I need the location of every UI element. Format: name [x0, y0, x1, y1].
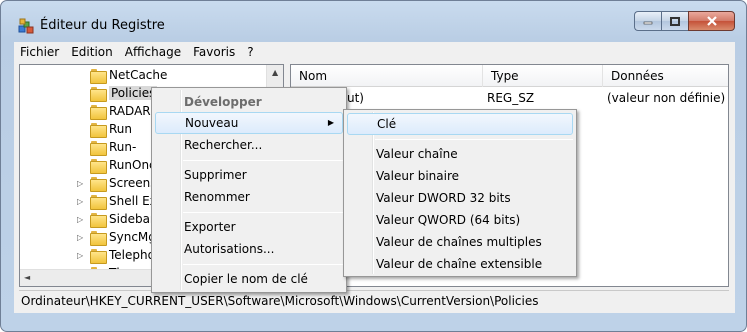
tree-item-label: RunOnc — [109, 158, 156, 172]
column-header-type[interactable]: Type — [483, 65, 603, 87]
menu-fichier[interactable]: Fichier — [14, 45, 65, 59]
scroll-left-arrow-icon[interactable]: ◄ — [24, 273, 30, 282]
ctx-copier-nom-cle[interactable]: Copier le nom de clé — [155, 268, 343, 290]
menu-affichage[interactable]: Affichage — [119, 45, 187, 59]
menu-favoris[interactable]: Favoris — [187, 45, 241, 59]
folder-icon — [90, 123, 107, 138]
regedit-app-icon — [18, 18, 34, 34]
ctx-developper[interactable]: Développer — [155, 91, 343, 113]
menu-help[interactable]: ? — [241, 45, 259, 59]
folder-icon — [90, 177, 107, 192]
ctx-nouveau-label: Nouveau — [185, 116, 239, 130]
value-type: REG_SZ — [487, 91, 535, 105]
minimize-icon — [643, 21, 653, 25]
new-valeur-chaine[interactable]: Valeur chaîne — [347, 143, 573, 165]
expand-arrow-icon[interactable]: ▷ — [77, 234, 84, 242]
new-valeur-chaine-extensible[interactable]: Valeur de chaîne extensible — [347, 253, 573, 275]
expand-arrow-icon[interactable]: ▷ — [77, 216, 84, 224]
folder-icon — [90, 249, 107, 264]
new-cle[interactable]: Clé — [347, 113, 573, 135]
new-valeur-qword[interactable]: Valeur QWORD (64 bits) — [347, 209, 573, 231]
ctx-supprimer[interactable]: Supprimer — [155, 164, 343, 186]
new-valeur-binaire[interactable]: Valeur binaire — [347, 165, 573, 187]
tree-item-label: RADAR — [109, 104, 151, 118]
scroll-up-arrow-icon[interactable]: ▲ — [272, 68, 278, 77]
ctx-autorisations[interactable]: Autorisations... — [155, 238, 343, 260]
status-bar: Ordinateur\HKEY_CURRENT_USER\Software\Mi… — [19, 290, 729, 310]
folder-icon — [90, 231, 107, 246]
title-bar[interactable]: Éditeur du Registre — [1, 1, 746, 39]
value-data: (valeur non définie) — [607, 91, 726, 105]
tree-item-label: Sidebar — [109, 212, 155, 226]
ctx-exporter[interactable]: Exporter — [155, 216, 343, 238]
tree-item-label: SyncMg — [109, 230, 156, 244]
separator — [183, 212, 343, 213]
ctx-rechercher[interactable]: Rechercher... — [155, 134, 343, 156]
folder-icon — [90, 195, 107, 210]
separator — [183, 264, 343, 265]
ctx-renommer[interactable]: Renommer — [155, 186, 343, 208]
folder-icon — [90, 213, 107, 228]
context-menu: Développer Nouveau ▶ Rechercher... Suppr… — [151, 87, 347, 293]
tree-item-label: Telepho — [109, 248, 155, 262]
new-valeur-chaines-multiples[interactable]: Valeur de chaînes multiples — [347, 231, 573, 253]
close-icon — [706, 16, 717, 26]
registry-editor-window: Éditeur du Registre Fichier Edition Affi… — [0, 0, 747, 332]
tree-item-label: NetCache — [109, 68, 168, 82]
minimize-button[interactable] — [634, 11, 661, 31]
expand-arrow-icon[interactable]: ▷ — [77, 252, 84, 260]
new-submenu: Clé Valeur chaîne Valeur binaire Valeur … — [343, 109, 577, 277]
menu-bar: Fichier Edition Affichage Favoris ? — [14, 42, 735, 62]
folder-icon — [90, 69, 107, 84]
maximize-icon — [670, 16, 680, 26]
folder-icon — [90, 105, 107, 120]
new-valeur-dword[interactable]: Valeur DWORD 32 bits — [347, 187, 573, 209]
folder-icon — [90, 159, 107, 174]
value-name[interactable]: ut) — [347, 91, 364, 105]
window-title: Éditeur du Registre — [40, 18, 165, 33]
menu-edition[interactable]: Edition — [65, 45, 119, 59]
submenu-arrow-icon: ▶ — [327, 118, 334, 127]
folder-icon — [90, 87, 107, 102]
separator — [375, 139, 573, 140]
tree-item-label: Run — [109, 122, 133, 136]
expand-arrow-icon[interactable]: ▷ — [77, 198, 84, 206]
expand-arrow-icon[interactable]: ▷ — [77, 180, 84, 188]
tree-item[interactable]: NetCache — [20, 66, 283, 84]
ctx-nouveau[interactable]: Nouveau ▶ — [155, 112, 343, 134]
column-header-donnees[interactable]: Données — [603, 65, 728, 87]
close-button[interactable] — [688, 11, 735, 31]
folder-icon — [90, 141, 107, 156]
separator — [183, 160, 343, 161]
column-header-nom[interactable]: Nom — [291, 65, 483, 87]
maximize-button[interactable] — [661, 11, 688, 31]
tree-item-label: Run- — [109, 140, 137, 154]
tree-item-label: Screens — [109, 176, 157, 190]
list-header: Nom Type Données — [291, 65, 728, 87]
